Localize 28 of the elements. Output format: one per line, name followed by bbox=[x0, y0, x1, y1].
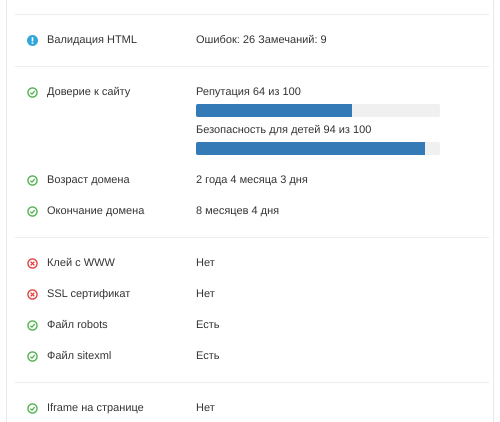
check-label: Файл sitexml bbox=[47, 349, 112, 364]
check-value: Нет bbox=[196, 401, 216, 416]
check-value: Есть bbox=[196, 349, 220, 364]
meter-caption: Репутация 64 из 100 bbox=[196, 85, 302, 100]
check-circle-icon bbox=[26, 351, 38, 362]
check-circle-icon bbox=[26, 206, 38, 217]
check-circle-icon bbox=[26, 87, 38, 98]
check-value: 2 года 4 месяца 3 дня bbox=[196, 173, 309, 188]
info-icon bbox=[26, 35, 38, 46]
check-circle-icon bbox=[26, 175, 38, 186]
check-label: Файл robots bbox=[47, 318, 109, 333]
check-circle-icon bbox=[26, 320, 38, 331]
check-label: Окончание домена bbox=[47, 204, 146, 219]
error-circle-icon bbox=[26, 289, 38, 300]
error-circle-icon bbox=[26, 258, 38, 269]
check-value: Нет bbox=[196, 256, 216, 271]
check-circle-icon bbox=[26, 403, 38, 414]
check-label: SSL сертификат bbox=[47, 287, 132, 302]
check-value: 8 месяцев 4 дня bbox=[196, 204, 280, 219]
check-label: Клей с WWW bbox=[47, 256, 116, 271]
check-value: Ошибок: 26 Замечаний: 9 bbox=[196, 33, 328, 48]
check-label: Возраст домена bbox=[47, 173, 131, 188]
meter-caption: Безопасность для детей 94 из 100 bbox=[196, 123, 372, 138]
check-label: Доверие к сайту bbox=[47, 85, 132, 100]
check-label: Валидация HTML bbox=[47, 33, 138, 48]
check-value: Нет bbox=[196, 287, 216, 302]
check-label: Iframe на странице bbox=[47, 401, 145, 416]
check-value: Есть bbox=[196, 318, 220, 333]
